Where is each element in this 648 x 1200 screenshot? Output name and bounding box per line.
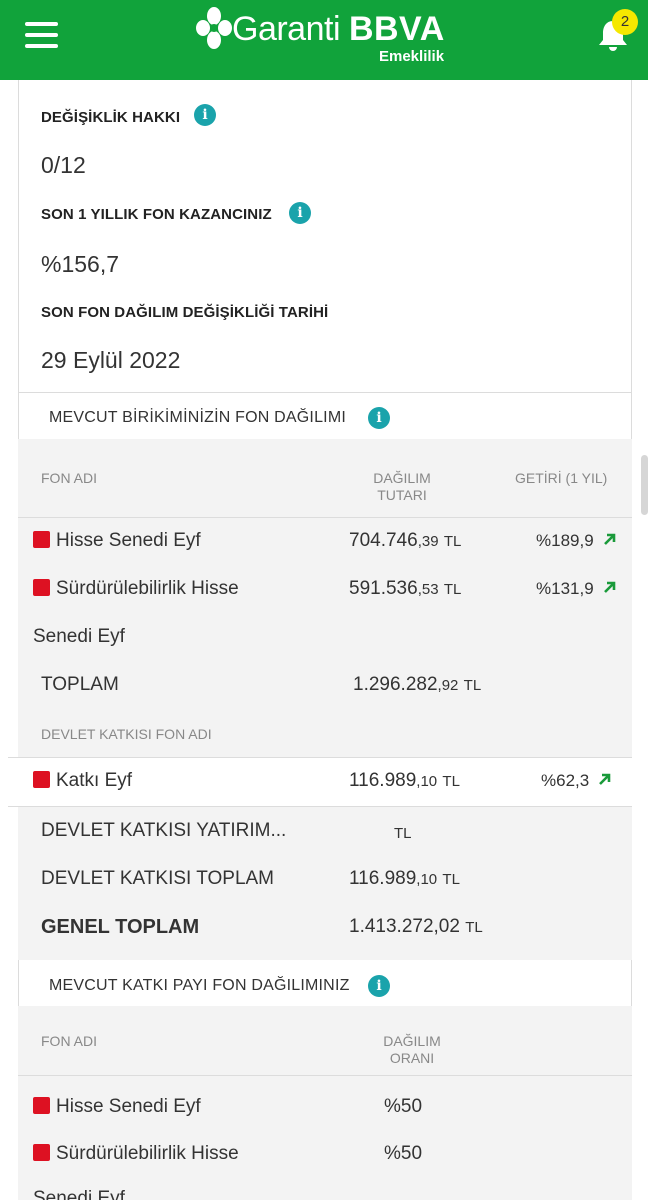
state-fund-row-name[interactable]: Katkı Eyf [33,770,132,792]
app-header: Garanti BBVA Emeklilik 2 [0,0,648,80]
total-amount: 1.296.282,92 TL [353,674,482,695]
col-header-amount: DAĞILIM TUTARI [373,470,431,503]
divider [8,806,632,807]
fund-row-return: %189,9 [536,531,618,551]
info-icon[interactable]: i [289,202,311,224]
hamburger-menu-icon[interactable] [25,22,58,48]
grand-total-label: GENEL TOPLAM [41,916,200,938]
fund-color-marker [33,579,50,596]
info-icon[interactable]: i [368,407,390,429]
brand-name: Garanti BBVA [232,10,445,48]
brand-subtitle: Emeklilik [379,48,445,65]
fund-color-marker [33,531,50,548]
fund-row-amount: 591.536,53 TL [349,578,462,599]
notification-badge[interactable]: 2 [612,9,638,35]
contribution-row-ratio: %50 [384,1096,423,1117]
state-contribution-header: DEVLET KATKISI FON ADI [41,726,212,742]
divider [18,1075,632,1076]
fund-color-marker [33,771,50,788]
fund-row-name[interactable]: Sürdürülebilirlik Hisse [33,578,239,600]
total-label: TOPLAM [41,674,119,695]
contribution-row-name[interactable]: Sürdürülebilirlik Hisse [33,1143,239,1165]
state-fund-row-return: %62,3 [541,771,613,791]
divider [18,392,632,393]
info-icon[interactable]: i [194,104,216,126]
scrollbar-thumb[interactable] [641,455,648,515]
grand-total-amount: 1.413.272,02 TL [349,916,483,937]
yearly-gain-label: SON 1 YILLIK FON KAZANCINIZ [41,206,272,223]
savings-section-title: MEVCUT BİRİKİMİNİZİN FON DAĞILIMI [49,409,346,426]
col-header-return: GETİRİ (1 YIL) [515,470,608,486]
fund-color-marker [33,1097,50,1114]
contribution-row-ratio: %50 [384,1143,423,1164]
contribution-row-name[interactable]: Hisse Senedi Eyf [33,1096,201,1118]
change-right-value: 0/12 [41,152,86,178]
brand-logo: Garanti BBVA Emeklilik [196,4,456,70]
trend-up-arrow-icon [603,581,615,593]
trend-up-arrow-icon [603,533,615,545]
divider [18,517,632,518]
trend-up-arrow-icon [599,773,611,785]
state-fund-row-amount: 116.989,10 TL [349,770,460,791]
fund-row-amount: 704.746,39 TL [349,530,462,551]
state-total-label: DEVLET KATKISI TOPLAM [41,868,275,889]
state-total-amount: 116.989,10 TL [349,868,460,889]
col-header-fund-name: FON ADI [41,1033,98,1049]
col-header-ratio: DAĞILIM ORANI [383,1033,441,1066]
info-icon[interactable]: i [368,975,390,997]
last-change-value: 29 Eylül 2022 [41,347,181,373]
fund-row-name[interactable]: Hisse Senedi Eyf [33,530,201,552]
fund-row-name-continued: Senedi Eyf [33,626,125,647]
contribution-row-name-continued: Senedi Eyf [33,1188,125,1200]
fund-row-return: %131,9 [536,579,618,599]
yearly-gain-value: %156,7 [41,251,120,277]
contribution-section-title: MEVCUT KATKI PAYI FON DAĞILIMINIZ [49,977,350,994]
state-investment-label: DEVLET KATKISI YATIRIM... [41,820,287,841]
col-header-fund-name: FON ADI [41,470,98,486]
state-investment-amount: TL [394,825,412,842]
fund-color-marker [33,1144,50,1161]
clover-logo-icon [196,7,232,49]
change-right-label: DEĞİŞİKLİK HAKKI [41,109,181,126]
last-change-label: SON FON DAĞILIM DEĞİŞİKLİĞİ TARİHİ [41,304,329,321]
